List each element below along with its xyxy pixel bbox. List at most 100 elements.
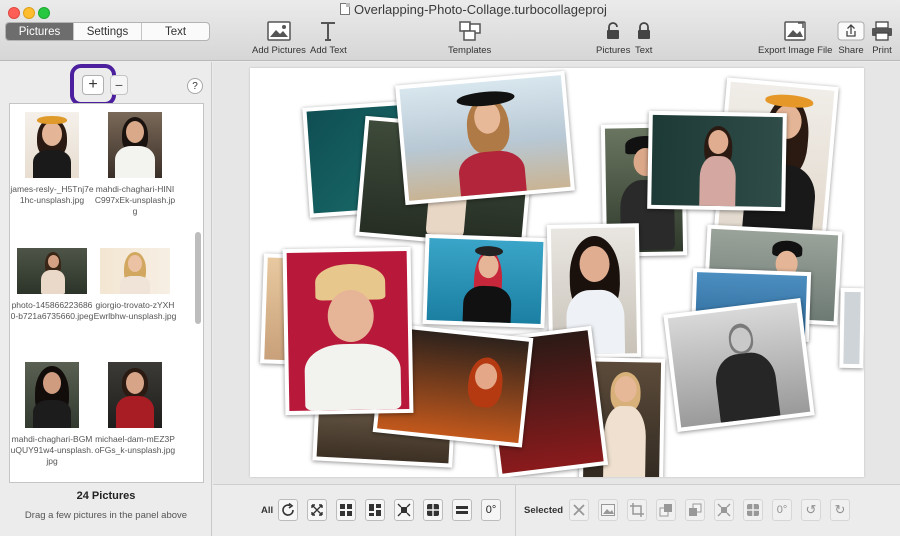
send-backward-icon — [689, 503, 702, 516]
mosaic-layout-button[interactable] — [365, 499, 385, 521]
add-picture-plus-button[interactable]: + — [82, 75, 104, 95]
picture-caption: photo-1458662236860-b721a6735660.jpeg — [10, 300, 94, 321]
woman-field-thumb — [17, 248, 87, 294]
panel-tabs: Pictures Settings Text — [5, 22, 210, 41]
picture-icon — [267, 20, 291, 42]
toolbar-divider — [515, 485, 516, 536]
equal-icon — [456, 506, 468, 514]
align-button[interactable] — [452, 499, 472, 521]
shuffle-button[interactable] — [278, 499, 298, 521]
close-icon — [573, 504, 585, 516]
tab-pictures[interactable]: Pictures — [6, 23, 74, 40]
grid-icon — [340, 504, 352, 516]
export-image-label: Export Image File — [758, 45, 833, 56]
rotate-left-button[interactable]: ↺ — [801, 499, 821, 521]
add-text-button[interactable]: Add Text — [310, 20, 347, 56]
fit-selected-button[interactable] — [714, 499, 734, 521]
picture-count: 24 Pictures — [76, 490, 136, 502]
zoom-window-button[interactable] — [38, 7, 50, 19]
add-pictures-button[interactable]: Add Pictures — [252, 20, 306, 56]
collage-photo[interactable] — [395, 70, 575, 206]
help-button[interactable]: ? — [187, 78, 203, 94]
arrange-toolbar: All 0° Selected 0° ↺ ↻ — [213, 484, 900, 536]
picture-caption: mahdi-chaghari-BGMuQUY91w4-unsplash.jpg — [10, 434, 94, 466]
center-icon — [427, 504, 439, 516]
woman-blonde-thumb — [100, 248, 170, 294]
center-selected-button[interactable] — [743, 499, 763, 521]
bring-forward-button[interactable] — [656, 499, 676, 521]
shuffle-icon — [282, 503, 294, 516]
export-image-icon — [783, 20, 807, 42]
templates-button[interactable]: Templates — [448, 20, 491, 56]
share-button[interactable]: Share — [837, 20, 865, 56]
selected-label: Selected — [524, 505, 564, 516]
list-item[interactable]: michael-dam-mEZ3PoFGs_k-unsplash.jpg — [93, 362, 177, 456]
fit-icon — [717, 503, 731, 517]
lock-text-label: Text — [635, 45, 653, 56]
export-image-button[interactable]: Export Image File — [758, 20, 832, 56]
reset-rotation-button[interactable]: 0° — [481, 499, 501, 521]
pictures-panel: + − ? james-resly-_H5Tnj7e1hc-unsplash.j… — [0, 62, 212, 536]
reset-selected-rotation-button[interactable]: 0° — [772, 499, 792, 521]
canvas-area — [213, 62, 900, 484]
bring-forward-icon — [659, 504, 672, 517]
text-t-icon — [319, 20, 337, 42]
print-label: Print — [872, 45, 892, 56]
woman-white-shirt-thumb — [108, 112, 162, 178]
picture-caption: michael-dam-mEZ3PoFGs_k-unsplash.jpg — [94, 434, 176, 455]
list-item[interactable]: mahdi-chaghari-HINIC997xEk-unsplash.jpg — [93, 112, 177, 217]
add-text-label: Add Text — [310, 45, 347, 56]
expand-button[interactable] — [307, 499, 327, 521]
close-window-button[interactable] — [8, 7, 20, 19]
woman-flower-crown-thumb — [25, 112, 79, 178]
lock-text-button[interactable]: Text — [635, 20, 652, 56]
rotate-right-button[interactable]: ↻ — [830, 499, 850, 521]
replace-image-button[interactable] — [598, 499, 618, 521]
drag-hint: Drag a few pictures in the panel above — [24, 510, 188, 521]
list-item[interactable]: photo-1458662236860-b721a6735660.jpeg — [10, 248, 94, 322]
lock-icon — [606, 20, 620, 42]
collage-photo[interactable] — [422, 233, 548, 329]
collage-canvas[interactable] — [250, 68, 864, 477]
fit-button[interactable] — [394, 499, 414, 521]
mosaic-icon — [369, 504, 381, 516]
rotate-right-icon: ↻ — [834, 502, 846, 517]
collage-photo[interactable] — [839, 287, 864, 369]
lock-icon — [637, 20, 651, 42]
remove-picture-button[interactable]: − — [110, 75, 128, 95]
add-pictures-label: Add Pictures — [252, 45, 306, 56]
center-button[interactable] — [423, 499, 443, 521]
print-button[interactable]: Print — [871, 20, 893, 56]
document-icon — [340, 3, 350, 15]
list-item[interactable]: giorgio-trovato-zYXHEwrlbhw-unsplash.jpg — [93, 248, 177, 322]
lock-pictures-label: Pictures — [596, 45, 631, 56]
lock-pictures-button[interactable]: Pictures — [596, 20, 630, 56]
center-icon — [747, 504, 759, 516]
grid-layout-button[interactable] — [336, 499, 356, 521]
picture-icon — [601, 504, 615, 516]
minimize-window-button[interactable] — [23, 7, 35, 19]
send-backward-button[interactable] — [685, 499, 705, 521]
list-item[interactable]: mahdi-chaghari-BGMuQUY91w4-unsplash.jpg — [10, 362, 94, 467]
toolbar: Overlapping-Photo-Collage.turbocollagepr… — [0, 0, 900, 61]
templates-icon — [458, 20, 482, 42]
templates-label: Templates — [448, 45, 492, 56]
list-item[interactable]: james-resly-_H5Tnj7e1hc-unsplash.jpg — [10, 112, 94, 206]
tab-settings[interactable]: Settings — [74, 23, 142, 40]
picture-caption: mahdi-chaghari-HINIC997xEk-unsplash.jpg — [94, 184, 176, 216]
window-title-text: Overlapping-Photo-Collage.turbocollagepr… — [354, 1, 607, 17]
picture-caption: giorgio-trovato-zYXHEwrlbhw-unsplash.jpg — [93, 300, 177, 321]
remove-selected-button[interactable] — [569, 499, 589, 521]
crop-button[interactable] — [627, 499, 647, 521]
picture-list[interactable]: james-resly-_H5Tnj7e1hc-unsplash.jpg mah… — [9, 103, 204, 483]
crop-icon — [630, 503, 644, 517]
woman-dark-thumb — [25, 362, 79, 428]
tab-text[interactable]: Text — [142, 23, 209, 40]
collage-photo[interactable] — [647, 110, 787, 212]
fit-icon — [397, 503, 411, 517]
picture-list-scrollbar[interactable] — [195, 232, 201, 324]
rotate-left-icon: ↺ — [805, 502, 817, 517]
collage-photo[interactable] — [663, 298, 815, 432]
collage-photo[interactable] — [282, 246, 414, 416]
share-icon — [837, 20, 865, 42]
